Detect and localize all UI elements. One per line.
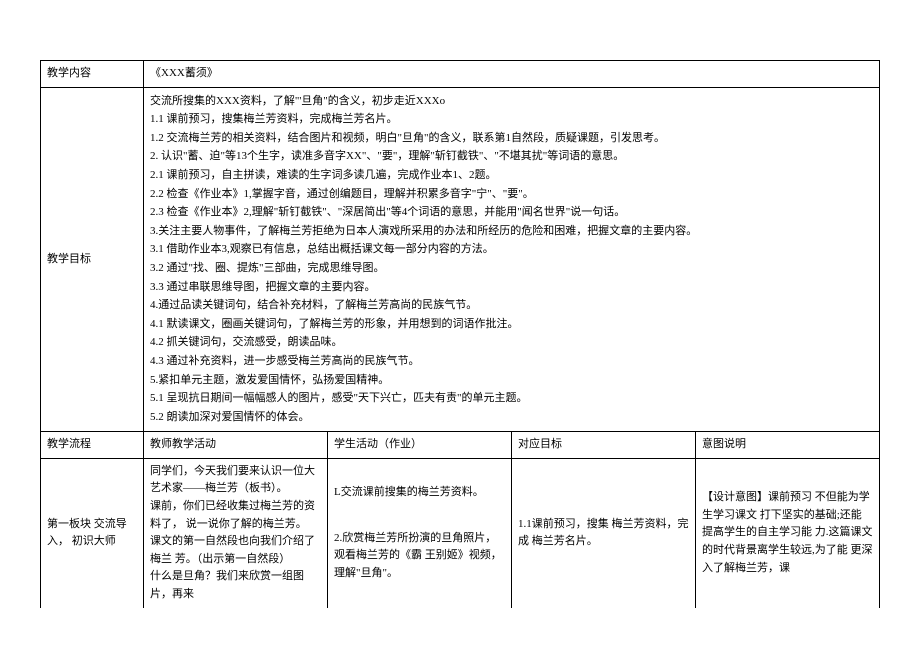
header-intent: 意图说明	[696, 432, 880, 459]
goal-line: 3.1 借助作业本3,观察已有信息，总结出概括课文每一部分内容的方法。	[150, 241, 873, 259]
goal-line: 5.紧扣单元主题，激发爱国情怀，弘扬爱国精神。	[150, 372, 873, 390]
goal-line: 3.关注主要人物事件，了解梅兰芳拒绝为日本人演戏所采用的办法和所经历的危险和困难…	[150, 223, 873, 241]
goal-line: 1.2 交流梅兰芳的相关资料，结合图片和视频，明白"旦角"的含义，联系第1自然段…	[150, 130, 873, 148]
goal-line: 5.1 呈现抗日期间一幅幅感人的图片，感受"天下兴亡，匹夫有责"的单元主题。	[150, 390, 873, 408]
goal-line: 4.2 抓关键词句，交流感受，朗读品味。	[150, 334, 873, 352]
corresponding-goal-cell: 1.1课前预习，搜集 梅兰芳资料，完成 梅兰芳名片。	[512, 458, 696, 607]
goal-line: 4.1 默读课文，圈画关键词句，了解梅兰芳的形象，并用想到的词语作批注。	[150, 316, 873, 334]
header-corresponding-goal: 对应目标	[512, 432, 696, 459]
goal-line: 4.通过品读关键词句，结合补充材料，了解梅兰芳高尚的民族气节。	[150, 297, 873, 315]
teacher-para: 同学们，今天我们要来认识一位大艺术家——梅兰芳（板书）。	[150, 463, 321, 498]
goal-line: 4.3 通过补充资料，进一步感受梅兰芳高尚的民族气节。	[150, 353, 873, 371]
goal-line: 2.2 检查《作业本》1,掌握字音，通过创编题目，理解并积累多音字"宁"、"要"…	[150, 186, 873, 204]
header-student-activity: 学生活动（作业）	[328, 432, 512, 459]
goal-line: 2.3 检查《作业本》2,理解"斩钉截铁"、"深居简出"等4个词语的意思，并能用…	[150, 204, 873, 222]
section-title: 第一板块 交流导入， 初识大师	[41, 458, 144, 607]
value-teaching-content: 《XXX蓄须》	[144, 61, 880, 88]
header-flow: 教学流程	[41, 432, 144, 459]
goal-line: 3.3 通过串联思维导图，把握文章的主要内容。	[150, 279, 873, 297]
label-teaching-goals: 教学目标	[41, 87, 144, 432]
goal-line: 2.1 课前预习，自主拼读，难读的生字词多读几遍，完成作业本1、2题。	[150, 167, 873, 185]
student-para: L交流课前搜集的梅兰芳资料。	[334, 484, 505, 502]
goal-line: 1.1 课前预习，搜集梅兰芳资料，完成梅兰芳名片。	[150, 111, 873, 129]
teacher-para: 课前，你们已经收集过梅兰芳的资料了， 说一说你了解的梅兰芳。	[150, 498, 321, 533]
goal-line: 5.2 朗读加深对爱国情怀的体会。	[150, 409, 873, 427]
intent-cell: 【设计意图】课前预习 不但能为学生学习课文 打下坚实的基础;还能 提高学生的自主…	[696, 458, 880, 607]
label-teaching-content: 教学内容	[41, 61, 144, 88]
student-activity-cell: L交流课前搜集的梅兰芳资料。 2.欣赏梅兰芳所扮演的旦角照片， 观看梅兰芳的《霸…	[328, 458, 512, 607]
goal-line: 3.2 通过"找、圈、提炼"三部曲，完成思维导图。	[150, 260, 873, 278]
teacher-para: 课文的第一自然段也向我们介绍了梅兰 芳。（出示第一自然段）	[150, 533, 321, 568]
goal-line: 交流所搜集的XXX资料，了解"'旦角"的含义，初步走近XXXo	[150, 93, 873, 111]
teacher-para: 什么是旦角？我们来欣赏一组图片，再来	[150, 568, 321, 603]
header-teacher-activity: 教师教学活动	[144, 432, 328, 459]
teacher-activity-cell: 同学们，今天我们要来认识一位大艺术家——梅兰芳（板书）。 课前，你们已经收集过梅…	[144, 458, 328, 607]
student-para: 2.欣赏梅兰芳所扮演的旦角照片， 观看梅兰芳的《霸 王别姬》视频，理解"旦角"。	[334, 530, 505, 583]
goal-line: 2. 认识"蓄、迫"等13个生字，读准多音字XX"、"要"，理解"斩钉截铁"、"…	[150, 148, 873, 166]
teaching-goals-content: 交流所搜集的XXX资料，了解"'旦角"的含义，初步走近XXXo 1.1 课前预习…	[144, 87, 880, 432]
